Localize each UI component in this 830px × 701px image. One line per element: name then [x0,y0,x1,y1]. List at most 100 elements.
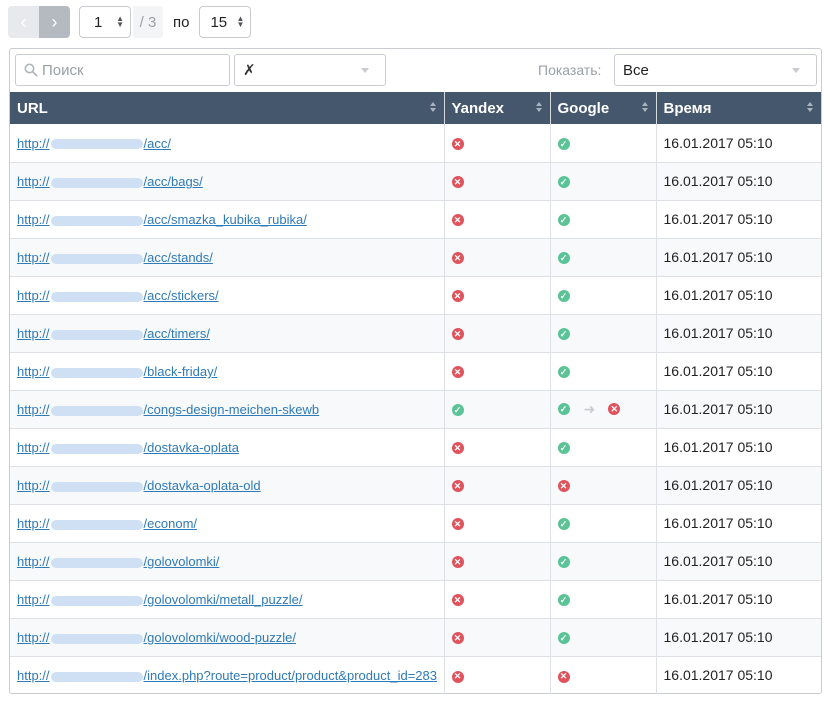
search-input[interactable]: Поиск [15,54,230,86]
url-link[interactable]: http:// /acc/bags/ [17,174,203,189]
per-page-select[interactable]: 15 ▲ ▼ [199,6,252,38]
yandex-cell: ✕ [444,618,551,657]
column-header-label: Время [663,99,712,117]
yandex-cell: ✕ [444,314,551,353]
google-cell: ✓ [550,238,657,277]
table-row: http:// /acc/timers/ ✕ ✓ 16.01.2017 05:10 [10,314,821,353]
redacted-domain [50,519,143,530]
time-value: 16.01.2017 05:10 [663,439,773,455]
url-path: /acc/stickers/ [143,288,219,303]
sort-icon[interactable] [535,102,542,112]
table-row: http:// /acc/stickers/ ✕ ✓ 16.01.2017 05:10 [10,276,821,315]
table-row: http:// /dostavka-oplata ✕ ✓ 16.01.2017 05:1… [10,428,821,467]
url-path: /dostavka-oplata [143,440,239,455]
show-select[interactable]: Все [614,54,817,86]
url-link[interactable]: http:// /congs-design-meichen-skewb [17,402,319,417]
url-prefix: http:// [17,668,50,684]
column-header-time[interactable]: Время [656,92,821,124]
url-path: /golovolomki/ [143,554,220,569]
google-check-icon: ✓ [557,403,570,416]
url-cell: http:// /acc/bags/ [10,162,445,201]
url-path: /acc/timers/ [143,326,210,341]
redacted-domain [50,557,143,568]
sort-icon[interactable] [429,102,436,112]
column-header-url[interactable]: URL [10,92,445,124]
url-link[interactable]: http:// /acc/stands/ [17,250,213,265]
prev-page-button[interactable]: ‹ [8,6,39,38]
time-value: 16.01.2017 05:10 [663,363,773,379]
url-link[interactable]: http:// /golovolomki/wood-puzzle/ [17,630,296,645]
url-link[interactable]: http:// /acc/timers/ [17,326,210,341]
time-value: 16.01.2017 05:10 [663,211,773,227]
google-cell: ✓ [550,352,657,391]
url-path: /index.php?route=product/product&product… [143,668,437,684]
time-cell: 16.01.2017 05:10 [656,466,821,505]
url-link[interactable]: http:// /golovolomki/metall_puzzle/ [17,592,303,607]
url-link[interactable]: http:// /black-friday/ [17,364,217,379]
time-cell: 16.01.2017 05:10 [656,504,821,543]
time-cell: 16.01.2017 05:10 [656,162,821,201]
table-row: http:// /econom/ ✕ ✓ 16.01.2017 05:10 [10,504,821,543]
url-link[interactable]: http:// /dostavka-oplata [17,440,239,455]
next-page-button[interactable]: › [39,6,70,38]
page-number-input[interactable]: 1 ▲ ▼ [79,6,131,38]
google-cross-icon: ✕ [557,670,570,683]
url-cell: http:// /golovolomki/wood-puzzle/ [10,618,445,657]
yandex-cross-icon: ✕ [451,670,464,683]
url-link[interactable]: http:// /index.php?route=product/product&… [17,668,437,683]
url-prefix: http:// [17,174,50,189]
url-path: /congs-design-meichen-skewb [143,402,320,417]
column-header-google[interactable]: Google [550,92,657,124]
table-row: http:// /acc/bags/ ✕ ✓ 16.01.2017 05:10 [10,162,821,201]
url-prefix: http:// [17,630,50,645]
yandex-cell: ✕ [444,162,551,201]
url-link[interactable]: http:// /dostavka-oplata-old [17,478,261,493]
yandex-cell: ✕ [444,580,551,619]
spinner-arrows-icon[interactable]: ▲ ▼ [116,15,124,29]
time-value: 16.01.2017 05:10 [663,515,773,531]
sort-icon[interactable] [641,102,648,112]
url-link[interactable]: http:// /econom/ [17,516,197,531]
table-row: http:// /golovolomki/ ✕ ✓ 16.01.2017 05:10 [10,542,821,581]
arrow-right-icon: ➜ [583,400,596,417]
per-page-label: по [173,13,190,31]
table-row: http:// /index.php?route=product/product&… [10,656,821,694]
time-value: 16.01.2017 05:10 [663,134,773,151]
yandex-cross-icon: ✕ [451,556,464,569]
time-cell: 16.01.2017 05:10 [656,314,821,353]
table-row: http:// /golovolomki/wood-puzzle/ ✕ ✓ 16.01.… [10,618,821,657]
url-link[interactable]: http:// /golovolomki/ [17,554,219,569]
show-select-value: Все [623,61,649,79]
clear-icon[interactable]: ✗ [243,61,256,79]
url-link[interactable]: http:// /acc/stickers/ [17,288,219,303]
results-panel: Поиск ✗ Показать: Все URL Yandex Google … [9,48,822,694]
yandex-cross-icon: ✕ [451,214,464,227]
time-cell: 16.01.2017 05:10 [656,276,821,315]
url-link[interactable]: http:// /acc/ [17,136,171,151]
google-check-icon: ✓ [557,366,570,379]
index-table: URL Yandex Google Время http:// /acc/ ✕ ✓ 16… [10,92,821,694]
filter-select[interactable]: ✗ [234,54,386,86]
google-cell: ✓ [550,162,657,201]
chevron-down-icon [361,67,369,73]
table-header-row: URL Yandex Google Время [10,92,821,124]
table-row: http:// /black-friday/ ✕ ✓ 16.01.2017 05:10 [10,352,821,391]
google-cell: ✓ [550,542,657,581]
url-path: /black-friday/ [143,364,218,379]
url-cell: http:// /congs-design-meichen-skewb [10,390,445,429]
url-prefix: http:// [17,592,50,607]
yandex-cross-icon: ✕ [451,366,464,379]
time-cell: 16.01.2017 05:10 [656,656,821,694]
sort-icon[interactable] [807,102,813,112]
url-cell: http:// /golovolomki/metall_puzzle/ [10,580,445,619]
pager-buttons: ‹ › [8,6,70,38]
google-check-icon: ✓ [557,442,570,455]
time-cell: 16.01.2017 05:10 [656,200,821,239]
per-page-value: 15 [210,13,228,31]
google-cell: ✓ [550,276,657,315]
redacted-domain [50,253,143,264]
column-header-yandex[interactable]: Yandex [444,92,551,124]
table-row: http:// /acc/smazka_kubika_rubika/ ✕ ✓ 16.01… [10,200,821,239]
url-link[interactable]: http:// /acc/smazka_kubika_rubika/ [17,212,307,227]
time-value: 16.01.2017 05:10 [663,325,773,341]
